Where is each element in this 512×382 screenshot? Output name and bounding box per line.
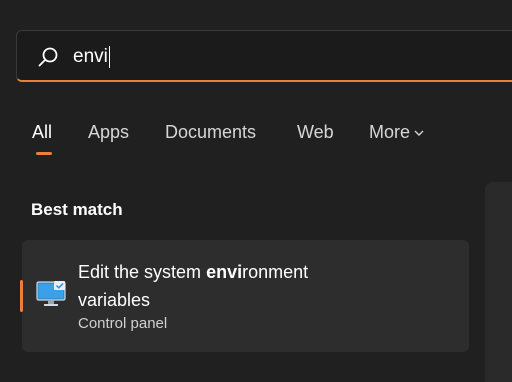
selection-accent <box>20 280 23 312</box>
monitor-settings-icon <box>36 281 66 306</box>
best-match-heading: Best match <box>31 200 123 219</box>
result-subtitle: Control panel <box>78 315 168 332</box>
tab-web[interactable]: Web <box>297 120 334 144</box>
chevron-down-icon <box>414 130 424 137</box>
search-input[interactable]: envi <box>73 46 110 68</box>
tab-all[interactable]: All <box>32 120 52 155</box>
best-match-result[interactable]: Edit the system environment variables Con… <box>20 240 469 352</box>
text-caret <box>108 46 110 68</box>
preview-panel <box>485 182 512 382</box>
active-tab-indicator <box>36 152 52 155</box>
tab-more[interactable]: More <box>369 120 424 144</box>
search-box[interactable]: envi <box>16 30 512 82</box>
match-highlight: envi <box>206 262 243 282</box>
tab-apps[interactable]: Apps <box>88 120 129 144</box>
search-icon <box>38 47 58 67</box>
tab-documents[interactable]: Documents <box>165 120 256 144</box>
result-title: Edit the system environment variables <box>78 262 309 310</box>
tab-more-label: More <box>369 122 411 142</box>
